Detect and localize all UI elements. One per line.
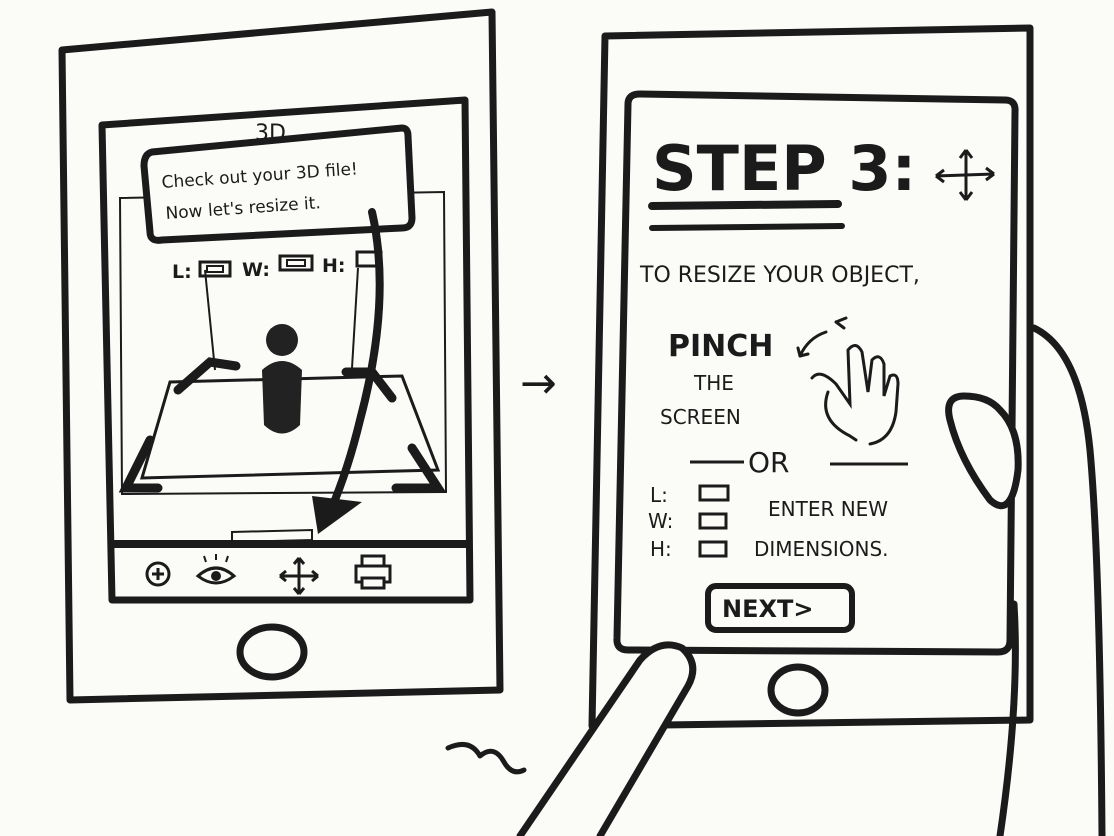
right-phone: STEP 3: TO RESIZE YOUR OBJECT, PINCH THE… <box>588 24 1034 730</box>
field-label-length: L: <box>650 483 668 507</box>
field-input-width[interactable] <box>698 512 728 530</box>
instruction-text: TO RESIZE YOUR OBJECT, <box>639 263 920 288</box>
left-home-button[interactable] <box>236 623 308 681</box>
right-home-button[interactable] <box>767 663 829 717</box>
enter-new-line1: ENTER NEW <box>768 497 888 521</box>
dim-input-width[interactable] <box>278 254 314 272</box>
pinch-line3: SCREEN <box>660 405 741 429</box>
left-phone: 3D L: W: H: Check out your 3D file! Now … <box>58 8 504 704</box>
eye-icon[interactable] <box>195 554 237 585</box>
vanishing-line-left <box>204 269 216 371</box>
field-input-height[interactable] <box>698 540 728 558</box>
holding-hand <box>945 324 1106 836</box>
title-underline-1 <box>648 200 842 210</box>
pinch-hand-icon <box>796 316 900 446</box>
dim-label-width: W: <box>242 259 270 281</box>
field-label-height: H: <box>650 537 672 561</box>
field-input-length[interactable] <box>698 484 730 502</box>
transition-arrow: → <box>520 358 557 409</box>
left-toolbar-divider <box>112 540 468 548</box>
add-icon[interactable] <box>145 561 171 587</box>
hint-arrow-head <box>312 496 362 534</box>
field-label-width: W: <box>648 509 673 533</box>
pinch-word: PINCH <box>668 329 773 364</box>
resize-arrows-icon <box>935 149 995 201</box>
or-divider: OR <box>748 446 790 479</box>
printer-icon[interactable] <box>354 554 392 590</box>
dim-label-height: H: <box>322 255 346 277</box>
enter-new-line2: DIMENSIONS. <box>754 537 889 561</box>
3d-model-figure[interactable] <box>262 324 302 434</box>
vanishing-line-right <box>351 267 359 369</box>
step-title: STEP 3: <box>652 132 916 205</box>
title-underline-2 <box>649 223 845 231</box>
next-button-label[interactable]: NEXT> <box>722 595 813 623</box>
pointing-finger <box>445 641 697 836</box>
pinch-line2: THE <box>693 371 734 395</box>
next-button[interactable]: NEXT> <box>705 583 855 633</box>
sketch-canvas: 3D L: W: H: Check out your 3D file! Now … <box>58 8 1106 836</box>
dim-label-length: L: <box>172 261 192 283</box>
move-icon[interactable] <box>279 557 319 595</box>
dimension-row: L: W: H: <box>172 250 383 283</box>
left-toolbar <box>145 554 392 595</box>
